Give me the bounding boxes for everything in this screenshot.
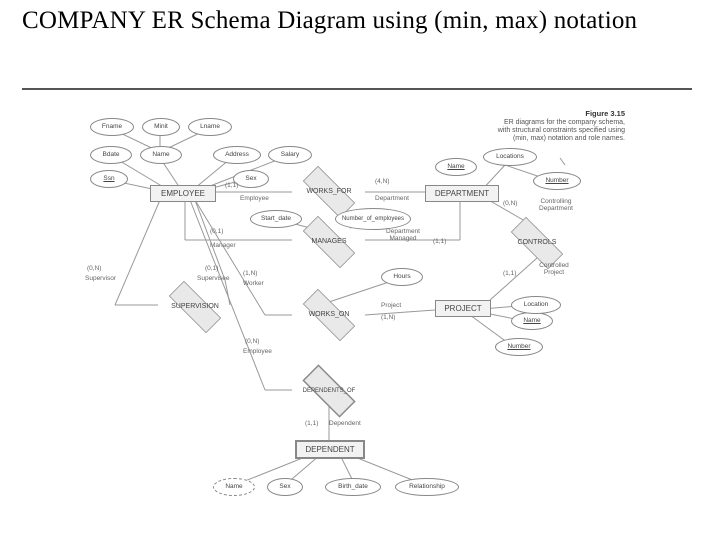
- rel-dependents-of: DEPENDENTS_OF: [292, 375, 366, 407]
- card-supervisee: (0,1): [205, 265, 218, 272]
- role-supervisor: Supervisor: [85, 275, 116, 282]
- rel-manages: MANAGES: [292, 227, 366, 257]
- attr-lname: Lname: [188, 118, 232, 136]
- role-employee-wf: Employee: [240, 195, 269, 202]
- entity-project: PROJECT: [435, 300, 491, 317]
- rel-works-for-label: WORKS_FOR: [292, 177, 366, 207]
- role-dept-managed: Department Managed: [377, 228, 429, 242]
- attr-relationship: Relationship: [395, 478, 459, 496]
- attr-start-date: Start_date: [250, 210, 302, 228]
- card-emp-wf: (1,1): [225, 182, 238, 189]
- attr-locations: Locations: [483, 148, 537, 166]
- page-title: COMPANY ER Schema Diagram using (min, ma…: [22, 6, 637, 37]
- attr-hours: Hours: [381, 268, 423, 286]
- role-department-wf: Department: [375, 195, 409, 202]
- title-rule: [22, 88, 692, 90]
- rel-works-for: WORKS_FOR: [292, 177, 366, 207]
- attr-name-dep: Name: [213, 478, 255, 496]
- attr-name-emp: Name: [140, 146, 182, 164]
- card-emp-dependents: (0,N): [245, 338, 259, 345]
- role-manager: Manager: [210, 242, 236, 249]
- card-proj-works-on: (1,N): [381, 314, 395, 321]
- attr-address: Address: [213, 146, 261, 164]
- card-proj-controls: (1,1): [503, 270, 516, 277]
- entity-department: DEPARTMENT: [425, 185, 499, 202]
- rel-dependents-of-label: DEPENDENTS_OF: [292, 375, 366, 407]
- attr-salary: Salary: [268, 146, 312, 164]
- attr-sex-dep: Sex: [267, 478, 303, 496]
- entity-dependent: DEPENDENT: [295, 440, 365, 459]
- card-dept-manages: (1,1): [433, 238, 446, 245]
- card-supervisor: (0,N): [87, 265, 101, 272]
- entity-employee: EMPLOYEE: [150, 185, 216, 202]
- attr-number-dept: Number: [533, 172, 581, 190]
- attr-birth-date: Birth_date: [325, 478, 381, 496]
- attr-location-proj: Location: [511, 296, 561, 314]
- rel-works-on: WORKS_ON: [292, 300, 366, 330]
- role-controlling-dept: Controlling Department: [529, 198, 583, 212]
- role-controlled-proj: Controlled Project: [529, 262, 579, 276]
- card-dept-wf: (4,N): [375, 178, 389, 185]
- role-project-wo: Project: [381, 302, 401, 309]
- attr-fname: Fname: [90, 118, 134, 136]
- rel-works-on-label: WORKS_ON: [292, 300, 366, 330]
- rel-controls: CONTROLS: [500, 228, 574, 258]
- card-dep-dependents: (1,1): [305, 420, 318, 427]
- card-emp-manages: (0,1): [210, 228, 223, 235]
- role-worker: Worker: [243, 280, 264, 287]
- rel-supervision-label: SUPERVISION: [158, 292, 232, 322]
- card-dept-controls: (0,N): [503, 200, 517, 207]
- rel-supervision: SUPERVISION: [158, 292, 232, 322]
- attr-number-proj: Number: [495, 338, 543, 356]
- attr-sex-emp: Sex: [233, 170, 269, 188]
- rel-manages-label: MANAGES: [292, 227, 366, 257]
- attr-ssn: Ssn: [90, 170, 128, 188]
- card-emp-works-on: (1,N): [243, 270, 257, 277]
- attr-name-proj: Name: [511, 312, 553, 330]
- rel-controls-label: CONTROLS: [500, 228, 574, 258]
- role-employee-do: Employee: [243, 348, 272, 355]
- attr-name-dept: Name: [435, 158, 477, 176]
- role-dependent: Dependent: [329, 420, 361, 427]
- role-supervisee: Supervisee: [197, 275, 230, 282]
- attr-bdate: Bdate: [90, 146, 132, 164]
- attr-minit: Minit: [142, 118, 180, 136]
- er-diagram: Figure 3.15 ER diagrams for the company …: [85, 110, 625, 510]
